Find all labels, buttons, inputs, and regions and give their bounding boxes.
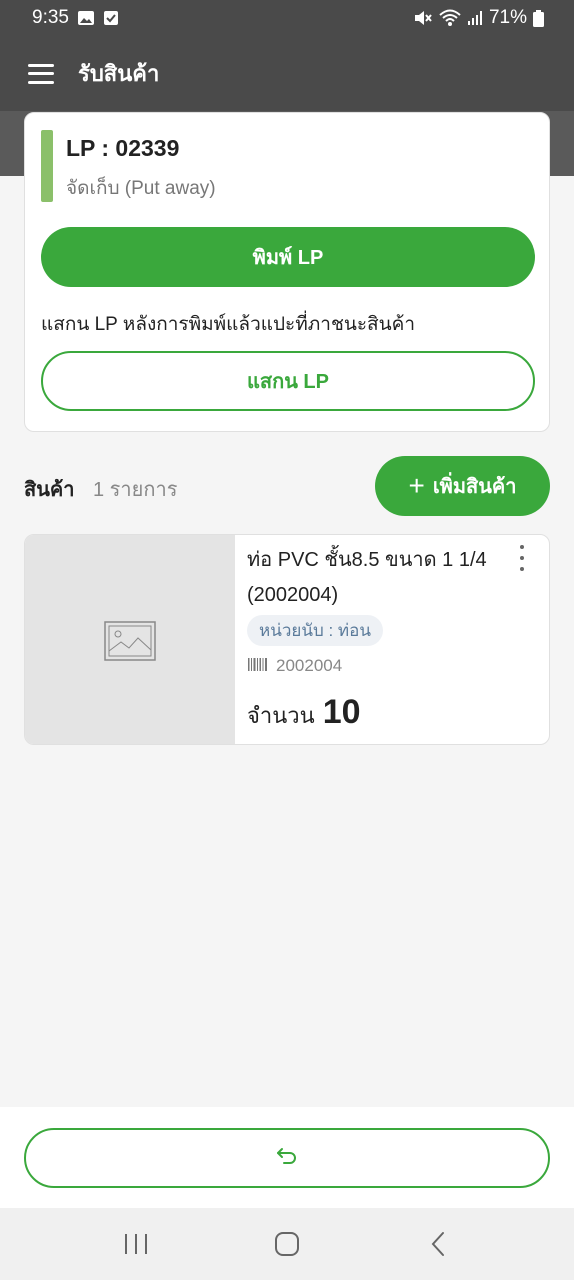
battery-icon	[533, 9, 544, 27]
status-time: 9:35	[32, 7, 69, 28]
status-right: 71%	[413, 7, 544, 29]
add-product-label: เพิ่มสินค้า	[432, 476, 517, 498]
scan-lp-button[interactable]: แสกน LP	[41, 351, 535, 411]
unit-badge: หน่วยนับ : ท่อน	[247, 615, 383, 646]
add-product-button[interactable]: + เพิ่มสินค้า	[375, 456, 550, 516]
barcode-row: 2002004	[248, 656, 342, 676]
lp-title: LP : 02339	[66, 135, 180, 161]
barcode-icon	[248, 656, 268, 676]
back-icon[interactable]	[418, 1224, 458, 1264]
products-count: 1 รายการ	[93, 479, 178, 501]
image-placeholder-icon	[25, 535, 235, 744]
system-nav-bar	[0, 1208, 574, 1280]
lp-status: จัดเก็บ (Put away)	[66, 178, 216, 199]
home-icon[interactable]	[267, 1224, 307, 1264]
check-box-icon	[103, 10, 119, 26]
gallery-icon	[77, 10, 95, 26]
hamburger-menu-icon[interactable]	[28, 63, 54, 84]
print-lp-button[interactable]: พิมพ์ LP	[41, 227, 535, 287]
mute-icon	[413, 9, 433, 27]
page-title: รับสินค้า	[78, 61, 160, 86]
product-name: ท่อ PVC ชั้น8.5 ขนาด 1 1/4 (2002004)	[247, 549, 487, 606]
product-card[interactable]: ท่อ PVC ชั้น8.5 ขนาด 1 1/4 (2002004) หน่…	[24, 534, 550, 745]
quantity-value: 10	[322, 693, 361, 731]
wifi-icon	[439, 9, 461, 27]
app-bar: รับสินค้า	[0, 36, 574, 111]
lp-status-bar	[41, 130, 53, 202]
bottom-action-area	[0, 1107, 574, 1208]
recent-apps-icon[interactable]	[116, 1224, 156, 1264]
status-left: 9:35	[32, 7, 119, 29]
undo-button[interactable]	[24, 1128, 550, 1188]
barcode-value: 2002004	[276, 656, 343, 675]
undo-arrow-icon	[276, 1146, 298, 1171]
products-label: สินค้า	[24, 479, 75, 501]
scan-hint: แสกน LP หลังการพิมพ์แล้วแปะที่ภาชนะสินค้…	[41, 314, 416, 335]
quantity-label: จำนวน	[247, 703, 315, 728]
lp-card: LP : 02339 จัดเก็บ (Put away) พิมพ์ LP แ…	[24, 112, 550, 432]
signal-icon	[467, 10, 483, 26]
quantity-row: จำนวน 10	[247, 693, 361, 733]
more-options-icon[interactable]	[513, 545, 531, 571]
plus-icon: +	[408, 470, 425, 501]
battery-percent: 71%	[488, 7, 527, 28]
status-bar: 9:35 71%	[0, 0, 574, 36]
